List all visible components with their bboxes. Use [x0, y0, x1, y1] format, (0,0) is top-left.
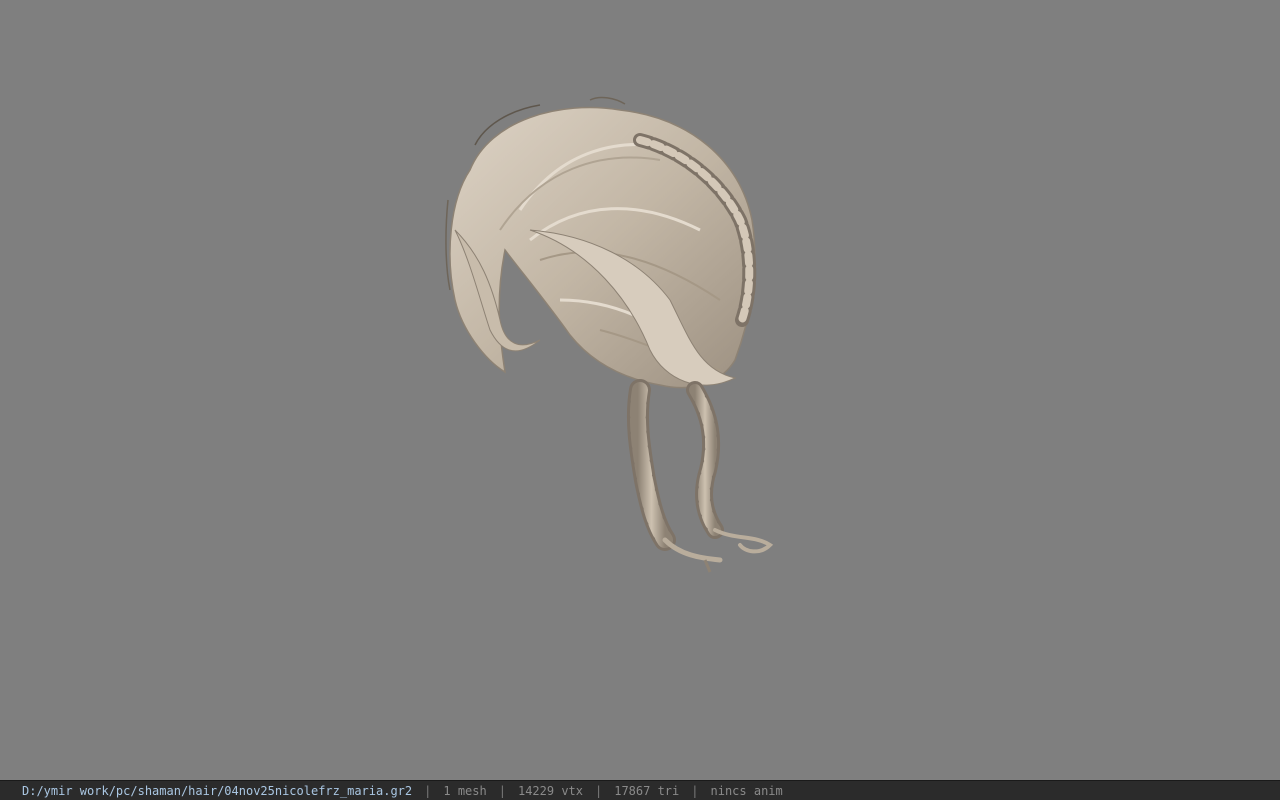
right-braid: [686, 381, 774, 554]
status-bar: D:/ymir work/pc/shaman/hair/04nov25nicol…: [0, 780, 1280, 800]
status-separator: |: [424, 783, 432, 798]
vertex-count-label: 14229 vtx: [517, 783, 583, 798]
hair-mesh-icon[interactable]: [0, 0, 1280, 780]
status-separator: |: [595, 783, 603, 798]
mesh-count-label: 1 mesh: [443, 783, 487, 798]
triangle-count-label: 17867 tri: [614, 783, 680, 798]
file-path-label: D:/ymir work/pc/shaman/hair/04nov25nicol…: [22, 783, 413, 798]
hair-cap: [445, 96, 757, 389]
status-separator: |: [498, 783, 506, 798]
3d-viewport[interactable]: [0, 0, 1280, 780]
model-viewer-window: D:/ymir work/pc/shaman/hair/04nov25nicol…: [0, 0, 1280, 800]
anim-status-label: nincs anim: [710, 783, 783, 798]
status-separator: |: [691, 783, 699, 798]
